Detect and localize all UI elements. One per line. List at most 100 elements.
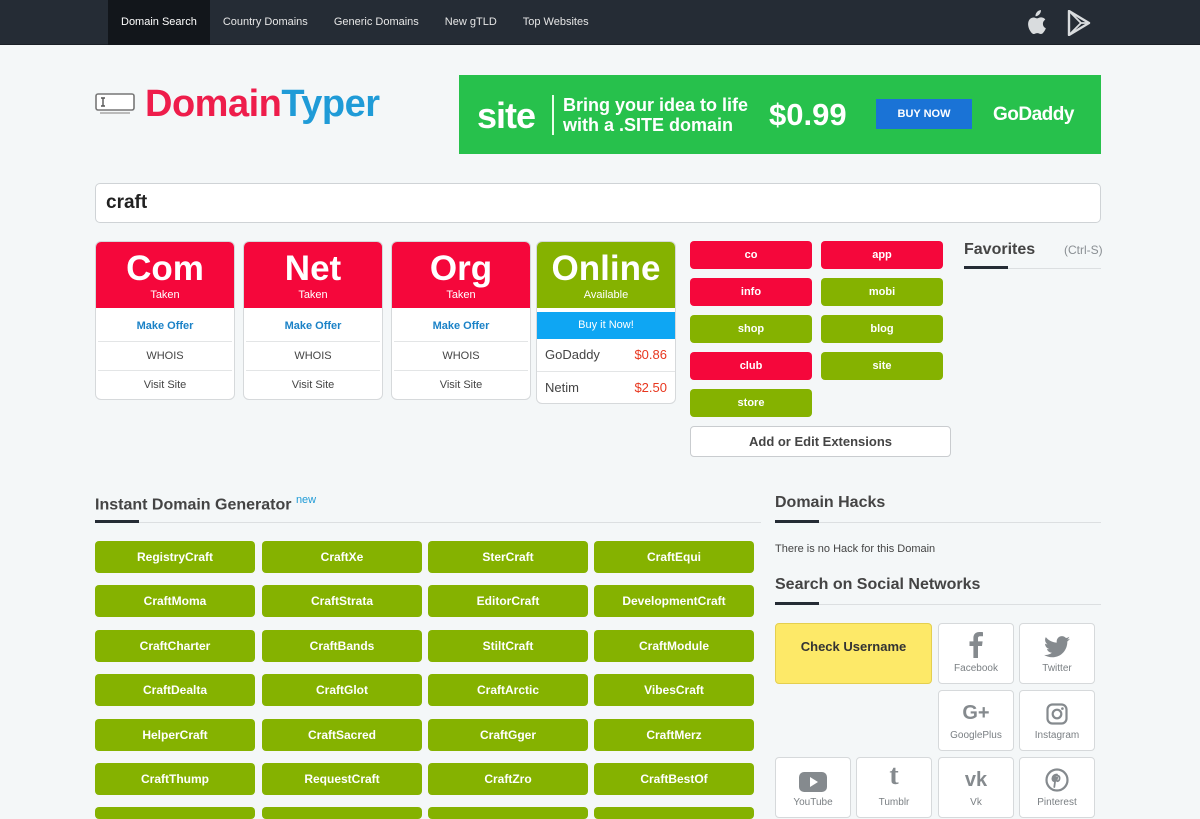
generated-domain[interactable]: CraftEqui bbox=[594, 541, 754, 573]
generated-domain[interactable]: CraftStrata bbox=[262, 585, 422, 617]
generated-domain[interactable]: CraftBands bbox=[262, 630, 422, 662]
whois-link[interactable]: WHOIS bbox=[394, 341, 528, 370]
hacks-divider bbox=[775, 522, 1101, 523]
tld-card-header[interactable]: Net Taken bbox=[244, 242, 382, 308]
registrar-price: $2.50 bbox=[634, 380, 667, 395]
instagram-icon bbox=[1020, 691, 1094, 725]
social-label: Vk bbox=[970, 797, 982, 808]
tld-status: Taken bbox=[150, 289, 180, 301]
ext-button-blog[interactable]: blog bbox=[821, 315, 943, 343]
generated-domain[interactable] bbox=[95, 807, 255, 819]
generated-domain[interactable]: HelperCraft bbox=[95, 719, 255, 751]
favorites-title: Favorites bbox=[964, 241, 1036, 258]
social-twitter[interactable]: Twitter bbox=[1019, 623, 1095, 684]
ext-button-app[interactable]: app bbox=[821, 241, 943, 269]
generated-domain[interactable]: CraftBestOf bbox=[594, 763, 754, 795]
main-nav: Domain Search Country Domains Generic Do… bbox=[108, 0, 602, 45]
nav-new-gtld[interactable]: New gTLD bbox=[432, 0, 510, 45]
generated-domain[interactable]: StiltCraft bbox=[428, 630, 588, 662]
social-youtube[interactable]: YouTube bbox=[775, 757, 851, 818]
nav-domain-search[interactable]: Domain Search bbox=[108, 0, 210, 45]
site-logo[interactable]: DomainTyper bbox=[95, 82, 425, 125]
registrar-row[interactable]: Netim $2.50 bbox=[537, 371, 675, 403]
whois-link[interactable]: WHOIS bbox=[98, 341, 232, 370]
check-username-button[interactable]: Check Username bbox=[775, 623, 932, 684]
nav-generic-domains[interactable]: Generic Domains bbox=[321, 0, 432, 45]
ad-sponsor: GoDaddy bbox=[993, 104, 1074, 125]
generated-domain[interactable]: CraftGger bbox=[428, 719, 588, 751]
registrar-row[interactable]: GoDaddy $0.86 bbox=[537, 339, 675, 371]
generated-domain[interactable]: RegistryCraft bbox=[95, 541, 255, 573]
social-instagram[interactable]: Instagram bbox=[1019, 690, 1095, 751]
tld-card-online: Online Available Buy it Now! GoDaddy $0.… bbox=[536, 241, 676, 404]
ext-button-site[interactable]: site bbox=[821, 352, 943, 380]
favorites-shortcut: (Ctrl-S) bbox=[1064, 243, 1103, 257]
tld-card-header[interactable]: Org Taken bbox=[392, 242, 530, 308]
generated-domain[interactable] bbox=[428, 807, 588, 819]
visit-site-link[interactable]: Visit Site bbox=[246, 370, 380, 399]
registrar-name: Netim bbox=[545, 380, 579, 395]
logo-text: DomainTyper bbox=[145, 82, 380, 125]
ext-button-store[interactable]: store bbox=[690, 389, 812, 417]
visit-site-link[interactable]: Visit Site bbox=[394, 370, 528, 399]
ext-button-club[interactable]: club bbox=[690, 352, 812, 380]
social-label: YouTube bbox=[793, 797, 833, 808]
make-offer-link[interactable]: Make Offer bbox=[394, 312, 528, 341]
ad-buy-now-button[interactable]: BUY NOW bbox=[876, 99, 972, 129]
generated-domain[interactable]: CraftArctic bbox=[428, 674, 588, 706]
generated-domain[interactable]: EditorCraft bbox=[428, 585, 588, 617]
social-pinterest[interactable]: Pinterest bbox=[1019, 757, 1095, 818]
ext-button-co[interactable]: co bbox=[690, 241, 812, 269]
app-store-links bbox=[1022, 10, 1092, 36]
favorites-accent bbox=[964, 266, 1008, 269]
social-accent bbox=[775, 602, 819, 605]
make-offer-link[interactable]: Make Offer bbox=[98, 312, 232, 341]
whois-link[interactable]: WHOIS bbox=[246, 341, 380, 370]
make-offer-link[interactable]: Make Offer bbox=[246, 312, 380, 341]
generated-domain[interactable]: CraftMerz bbox=[594, 719, 754, 751]
ext-button-mobi[interactable]: mobi bbox=[821, 278, 943, 306]
ad-banner[interactable]: site Bring your idea to life with a .SIT… bbox=[459, 75, 1101, 154]
generated-domain[interactable]: CraftGlot bbox=[262, 674, 422, 706]
social-tumblr[interactable]: t Tumblr bbox=[856, 757, 932, 818]
generated-domain[interactable] bbox=[262, 807, 422, 819]
domain-hacks-title: Domain Hacks bbox=[775, 494, 886, 511]
registrar-name: GoDaddy bbox=[545, 347, 600, 362]
generated-domain[interactable]: CraftXe bbox=[262, 541, 422, 573]
ext-button-shop[interactable]: shop bbox=[690, 315, 812, 343]
generated-domain[interactable] bbox=[594, 807, 754, 819]
nav-top-websites[interactable]: Top Websites bbox=[510, 0, 602, 45]
domain-search-input[interactable] bbox=[95, 183, 1101, 223]
tld-card-header[interactable]: Com Taken bbox=[96, 242, 234, 308]
generated-domain[interactable]: CraftDealta bbox=[95, 674, 255, 706]
tld-card-com: Com Taken Make Offer WHOIS Visit Site bbox=[95, 241, 235, 400]
generated-domain[interactable]: CraftCharter bbox=[95, 630, 255, 662]
visit-site-link[interactable]: Visit Site bbox=[98, 370, 232, 399]
tld-name: Online bbox=[551, 249, 661, 288]
nav-country-domains[interactable]: Country Domains bbox=[210, 0, 321, 45]
generated-domain[interactable]: CraftSacred bbox=[262, 719, 422, 751]
ad-message: Bring your idea to life with a .SITE dom… bbox=[563, 95, 749, 135]
generated-domain[interactable]: CraftModule bbox=[594, 630, 754, 662]
generated-domain[interactable]: RequestCraft bbox=[262, 763, 422, 795]
tld-name: Com bbox=[126, 249, 204, 288]
generated-domain[interactable]: CraftMoma bbox=[95, 585, 255, 617]
ext-button-info[interactable]: info bbox=[690, 278, 812, 306]
generated-domain[interactable]: SterCraft bbox=[428, 541, 588, 573]
apple-icon[interactable] bbox=[1022, 10, 1048, 36]
generated-domain[interactable]: CraftZro bbox=[428, 763, 588, 795]
social-label: Pinterest bbox=[1037, 797, 1077, 808]
ad-divider bbox=[552, 95, 554, 135]
social-googleplus[interactable]: G+ GooglePlus bbox=[938, 690, 1014, 751]
generated-domain[interactable]: DevelopmentCraft bbox=[594, 585, 754, 617]
tld-card-header[interactable]: Online Available bbox=[537, 242, 675, 308]
generated-domain[interactable]: CraftThump bbox=[95, 763, 255, 795]
google-plus-icon: G+ bbox=[962, 702, 990, 724]
hacks-accent bbox=[775, 520, 819, 523]
social-facebook[interactable]: Facebook bbox=[938, 623, 1014, 684]
add-edit-extensions-button[interactable]: Add or Edit Extensions bbox=[690, 426, 951, 457]
social-vk[interactable]: vk Vk bbox=[938, 757, 1014, 818]
generated-domain[interactable]: VibesCraft bbox=[594, 674, 754, 706]
google-play-icon[interactable] bbox=[1066, 10, 1092, 36]
buy-it-now-button[interactable]: Buy it Now! bbox=[537, 312, 675, 339]
